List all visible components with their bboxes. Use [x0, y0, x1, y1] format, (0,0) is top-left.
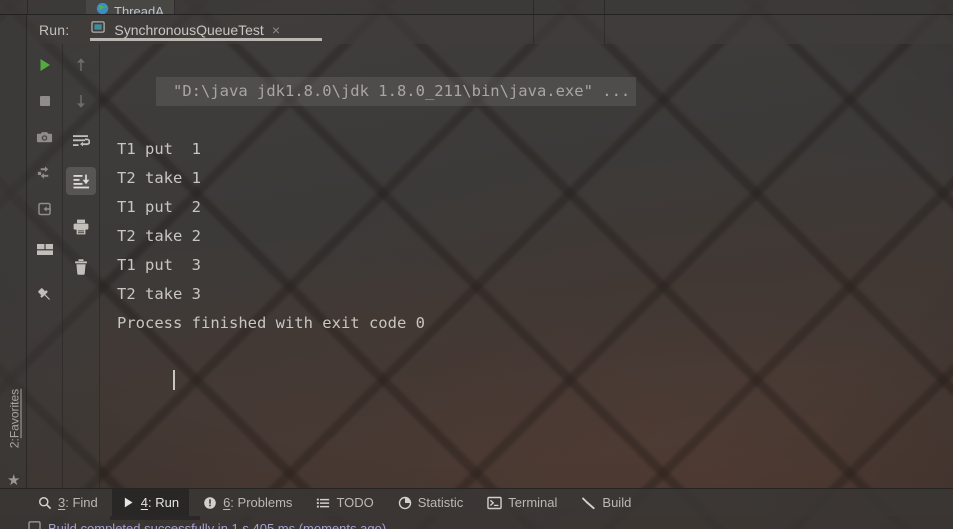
- trash-icon: [75, 259, 87, 275]
- statusbar-item-problems[interactable]: 6: Problems: [193, 489, 302, 517]
- stop-square-icon: [39, 96, 50, 106]
- statusbar-label-problems: 6: Problems: [223, 495, 293, 510]
- snapshot-button[interactable]: [30, 123, 60, 151]
- left-tool-rail: 2: Favorites ★: [0, 15, 27, 488]
- console-command-line-row: "D:\java jdk1.8.0\jdk 1.8.0_211\bin\java…: [100, 48, 953, 135]
- export-button[interactable]: [30, 195, 60, 223]
- statusbar-item-todo[interactable]: TODO: [306, 489, 383, 517]
- run-toolbar-primary: [27, 44, 63, 488]
- statusbar-label-build: Build: [602, 495, 632, 510]
- star-icon[interactable]: ★: [7, 473, 20, 488]
- statusbar-item-build[interactable]: Build: [571, 489, 641, 517]
- play-icon: [122, 496, 135, 509]
- editor-tab-threada[interactable]: ThreadA: [86, 0, 175, 15]
- restore-layout-icon: [36, 243, 53, 255]
- header-divider-2: [604, 15, 605, 44]
- scroll-to-end-icon: [73, 174, 89, 188]
- console-line: T1 put 1: [117, 140, 201, 158]
- pin-tab-button[interactable]: [30, 281, 60, 309]
- run-toolbar-console: [63, 44, 100, 488]
- run-tab-active-underline: [90, 38, 322, 41]
- play-icon: [40, 59, 50, 71]
- favorites-label: Favorites: [7, 388, 21, 439]
- console-line: T1 put 3: [117, 256, 201, 274]
- restore-layout-button[interactable]: [30, 235, 60, 263]
- statusbar-item-find[interactable]: 3: Find: [28, 489, 108, 517]
- console-output-area[interactable]: "D:\java jdk1.8.0\jdk 1.8.0_211\bin\java…: [100, 44, 953, 488]
- statusbar-item-run[interactable]: 4: Run: [111, 488, 190, 517]
- java-class-icon: [96, 2, 109, 15]
- statusbar-item-terminal[interactable]: Terminal: [477, 489, 567, 517]
- scroll-to-end-button[interactable]: [66, 167, 96, 195]
- console-line: T1 put 2: [117, 198, 201, 216]
- build-icon: [28, 519, 41, 529]
- print-button[interactable]: [66, 213, 96, 241]
- statusbar-item-statistic[interactable]: Statistic: [388, 489, 474, 517]
- close-icon[interactable]: ×: [272, 23, 280, 37]
- run-label: Run:: [39, 21, 70, 38]
- statusbar-label-terminal: Terminal: [508, 495, 558, 510]
- camera-icon: [36, 132, 53, 143]
- text-caret: [173, 370, 175, 390]
- statusbar-label-run: 4: Run: [140, 495, 180, 510]
- tabstrip-divider-2: [533, 0, 534, 14]
- editor-tab-label: ThreadA: [114, 4, 164, 15]
- sidebar-item-favorites[interactable]: 2: Favorites: [1, 374, 28, 464]
- build-row-selection-strip: [110, 516, 200, 520]
- export-icon: [37, 202, 51, 216]
- console-caret-row: [100, 338, 953, 425]
- console-line: T2 take 3: [117, 285, 201, 303]
- down-button[interactable]: [66, 87, 96, 115]
- pie-chart-icon: [398, 496, 412, 510]
- console-exit-line: Process finished with exit code 0: [117, 314, 425, 332]
- tabstrip-divider-1: [27, 0, 28, 14]
- tabstrip-divider-3: [604, 0, 605, 14]
- statusbar-label-find: 3: Find: [58, 495, 98, 510]
- list-icon: [316, 496, 330, 510]
- ide-window: ThreadA 2: Favorites ★ Run: SynchronousQ…: [0, 0, 953, 529]
- printer-icon: [73, 219, 89, 235]
- console-line: T2 take 2: [117, 227, 201, 245]
- error-icon: [203, 496, 217, 510]
- arrow-up-icon: [77, 58, 85, 71]
- search-icon: [38, 496, 52, 510]
- clear-all-button[interactable]: [66, 253, 96, 281]
- pin-icon: [37, 288, 50, 300]
- build-message-text: Build completed successfully in 1 s 405 …: [48, 521, 387, 529]
- run-tab-title: SynchronousQueueTest: [114, 21, 264, 38]
- thread-dump-icon: [37, 165, 49, 179]
- header-divider-1: [533, 15, 534, 44]
- run-configuration-icon: [91, 20, 106, 39]
- console-command-line: "D:\java jdk1.8.0\jdk 1.8.0_211\bin\java…: [156, 77, 637, 106]
- arrow-down-icon: [77, 95, 85, 108]
- editor-tab-strip: ThreadA: [0, 0, 953, 15]
- soft-wrap-icon: [73, 135, 90, 147]
- terminal-icon: [487, 496, 503, 510]
- hammer-icon: [581, 495, 596, 510]
- rerun-button[interactable]: [30, 51, 60, 79]
- console-line: T2 take 1: [117, 169, 201, 187]
- favorites-shortcut-num: 2:: [7, 438, 21, 449]
- statusbar-label-todo: TODO: [336, 495, 374, 510]
- statusbar-label-statistic: Statistic: [417, 495, 464, 510]
- thread-dump-button[interactable]: [30, 159, 60, 187]
- toolwindow-status-bar: 3: Find 4: Run 6: Problems TODO Statisti…: [0, 488, 953, 517]
- up-button[interactable]: [66, 51, 96, 79]
- stop-button[interactable]: [30, 87, 60, 115]
- soft-wrap-button[interactable]: [66, 127, 96, 155]
